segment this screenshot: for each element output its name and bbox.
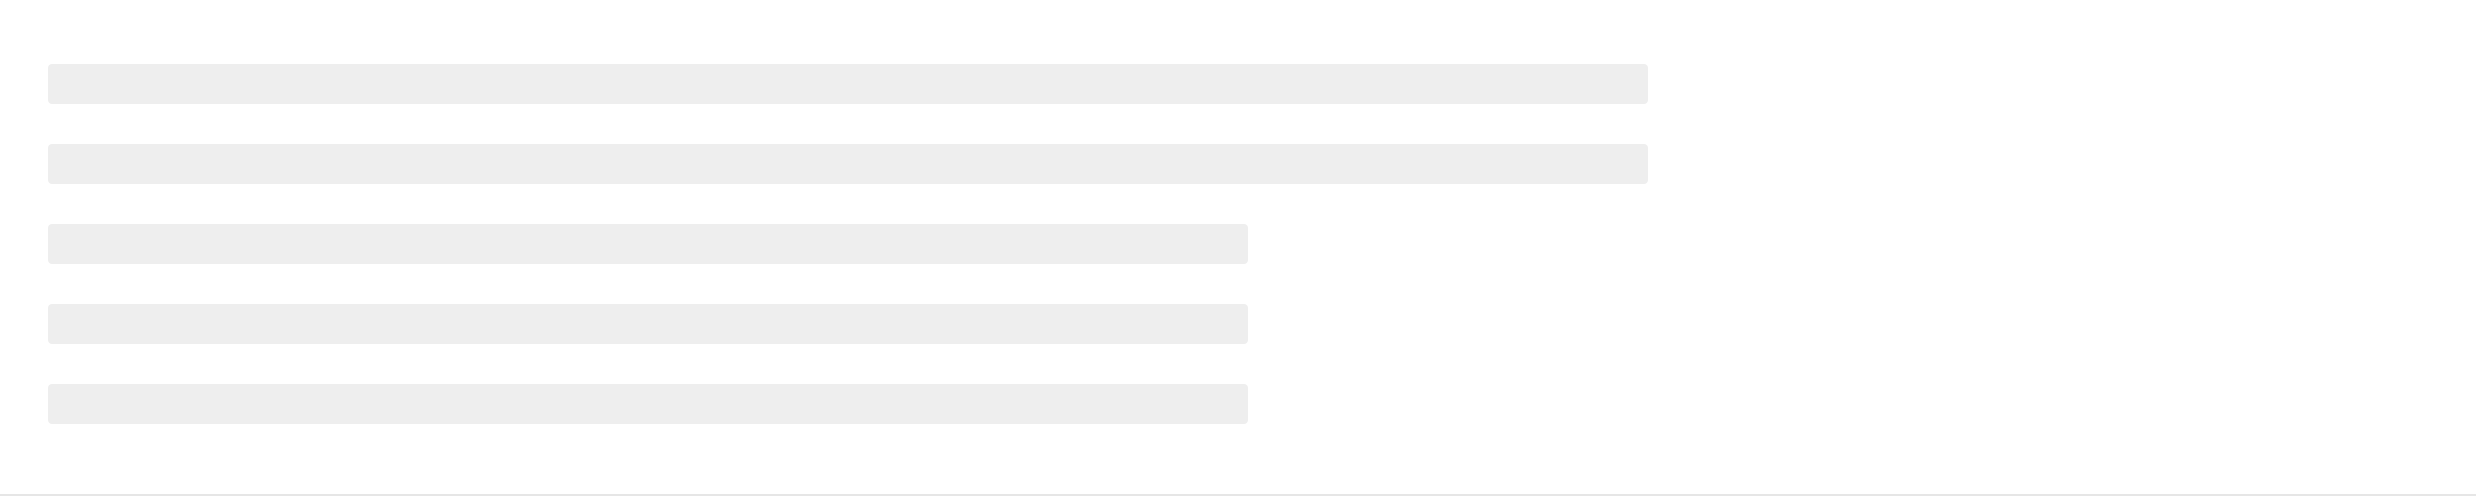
- skeleton-list: [48, 64, 1648, 464]
- skeleton-line-1: [48, 64, 1648, 104]
- skeleton-line-4: [48, 304, 1248, 344]
- loading-skeleton-page: [0, 0, 2476, 496]
- skeleton-line-5: [48, 384, 1248, 424]
- skeleton-line-3: [48, 224, 1248, 264]
- skeleton-line-2: [48, 144, 1648, 184]
